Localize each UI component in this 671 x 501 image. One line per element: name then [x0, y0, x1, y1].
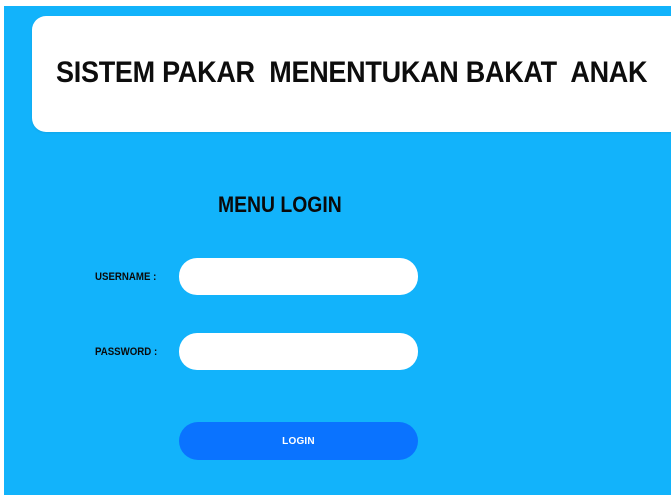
login-title: MENU LOGIN	[218, 192, 342, 217]
username-input[interactable]	[179, 258, 418, 295]
app-title: SISTEM PAKAR MENENTUKAN BAKAT ANAK	[56, 56, 648, 89]
username-label: USERNAME :	[95, 271, 157, 283]
page: SISTEM PAKAR MENENTUKAN BAKAT ANAK MENU …	[0, 0, 671, 501]
password-label: PASSWORD :	[95, 346, 158, 358]
login-button[interactable]: LOGIN	[179, 422, 418, 460]
main-panel: SISTEM PAKAR MENENTUKAN BAKAT ANAK MENU …	[4, 6, 671, 495]
header-card: SISTEM PAKAR MENENTUKAN BAKAT ANAK	[32, 16, 671, 132]
password-input[interactable]	[179, 333, 418, 370]
